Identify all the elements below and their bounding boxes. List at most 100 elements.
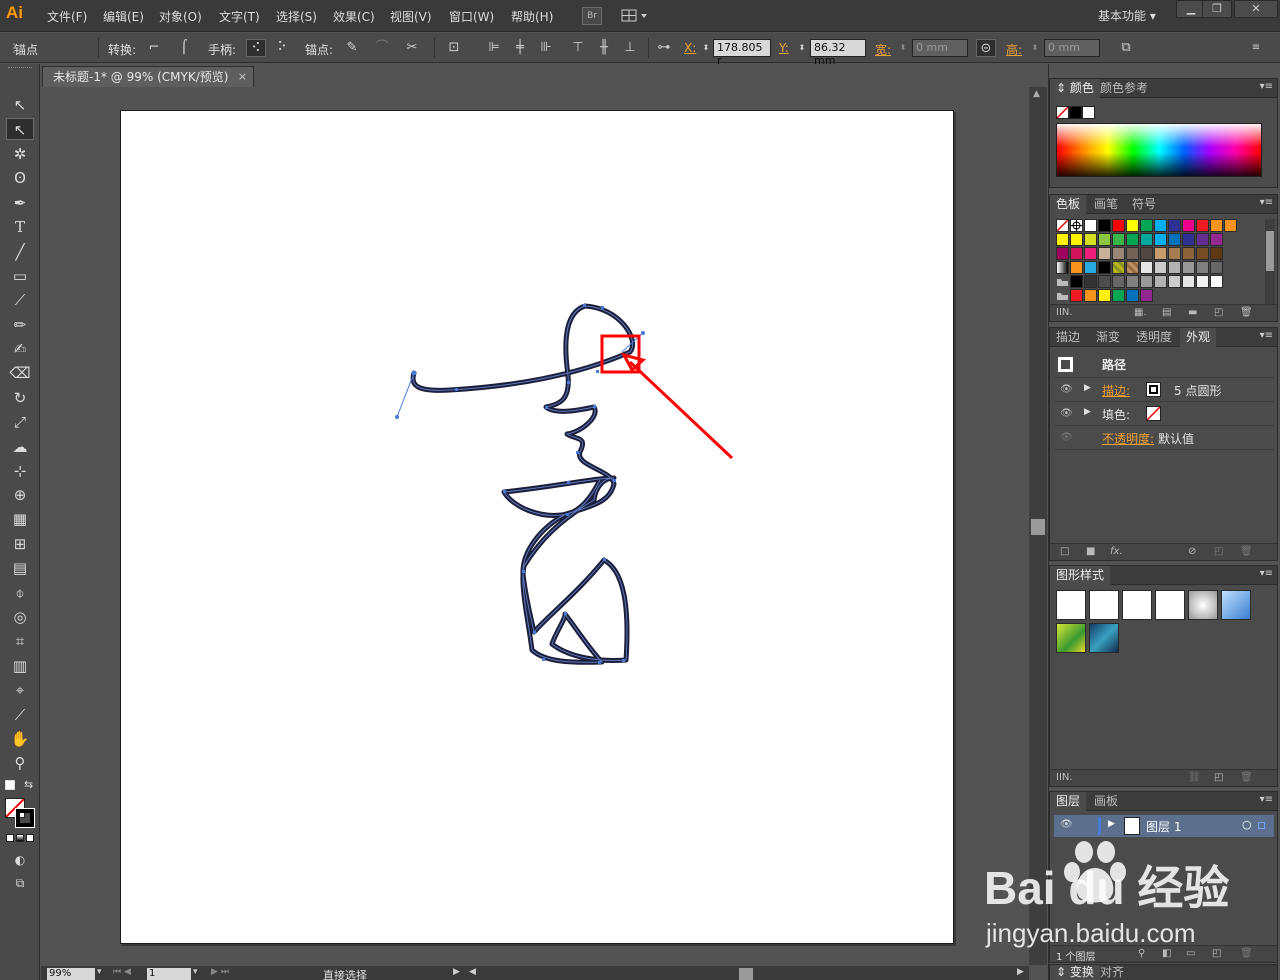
appearance-fill-row[interactable]: 👁 ▶ 填色: <box>1054 402 1274 426</box>
eyedropper-tool-icon[interactable]: ⌽ <box>6 582 34 604</box>
color-swatch[interactable] <box>1098 247 1111 260</box>
delete-swatch-icon[interactable]: 🗑 <box>1240 307 1253 318</box>
color-swatch[interactable] <box>1112 219 1125 232</box>
align-hcenter-icon[interactable]: ╪ <box>510 39 530 57</box>
none-mode-icon[interactable] <box>26 834 34 842</box>
show-kinds-icon[interactable]: ▦. <box>1134 307 1147 318</box>
graphic-style-blue-gradient[interactable] <box>1221 590 1251 620</box>
color-swatch[interactable] <box>1112 233 1125 246</box>
menu-edit[interactable]: 编辑(E) <box>103 8 144 25</box>
color-swatch[interactable] <box>1056 289 1069 302</box>
rotate-tool-icon[interactable]: ↻ <box>6 387 34 409</box>
drawing-mode-icon[interactable]: ◐ <box>6 849 34 871</box>
graphic-style-none[interactable] <box>1155 590 1185 620</box>
color-swatch[interactable] <box>1126 247 1139 260</box>
zoom-dropdown-icon[interactable]: ▾ <box>97 967 102 977</box>
menu-view[interactable]: 视图(V) <box>390 8 432 25</box>
magic-wand-tool-icon[interactable]: ✲ <box>6 143 34 165</box>
color-swatch[interactable] <box>1056 275 1069 288</box>
visibility-eye-icon[interactable]: 👁 <box>1060 408 1073 419</box>
color-swatch[interactable] <box>1168 233 1181 246</box>
color-swatch[interactable] <box>1056 219 1069 232</box>
align-top-icon[interactable]: ⊤ <box>568 39 588 57</box>
menu-object[interactable]: 对象(O) <box>159 8 202 25</box>
color-swatch[interactable] <box>1126 275 1139 288</box>
arrange-documents-button[interactable] <box>620 7 650 25</box>
tab-brushes[interactable]: 画笔 <box>1088 195 1124 214</box>
y-coordinate-input[interactable]: 86.32 mm <box>810 39 866 67</box>
line-tool-icon[interactable]: ╱ <box>6 241 34 263</box>
color-swatch[interactable] <box>1084 247 1097 260</box>
eraser-tool-icon[interactable]: ⌫ <box>6 362 34 384</box>
tab-symbols[interactable]: 符号 <box>1126 195 1162 214</box>
color-swatch[interactable] <box>1168 247 1181 260</box>
opacity-label[interactable]: 不透明度: <box>1102 430 1154 447</box>
delete-style-icon[interactable]: 🗑 <box>1240 772 1253 783</box>
color-swatch[interactable] <box>1196 247 1209 260</box>
black-swatch[interactable] <box>1069 106 1082 119</box>
color-swatch[interactable] <box>1182 233 1195 246</box>
tab-transparency[interactable]: 透明度 <box>1130 328 1178 347</box>
color-swatch[interactable] <box>1140 233 1153 246</box>
panel-menu-icon[interactable]: ▾≡ <box>1260 81 1273 92</box>
swatch-scrollbar[interactable] <box>1265 219 1275 305</box>
color-swatch[interactable] <box>1070 275 1083 288</box>
delete-item-icon[interactable]: 🗑 <box>1240 546 1253 557</box>
color-swatch[interactable] <box>1154 261 1167 274</box>
close-window-button[interactable]: ✕ <box>1234 0 1278 18</box>
default-colors-icon[interactable] <box>5 780 15 790</box>
gradient-tool-icon[interactable]: ▤ <box>6 557 34 579</box>
document-tab[interactable]: 未标题-1* @ 99% (CMYK/预览) × <box>42 66 254 87</box>
locate-object-icon[interactable]: ⚲ <box>1138 948 1145 959</box>
first-artboard-icon[interactable]: ⏮ ◀ <box>113 967 131 977</box>
color-swatch[interactable] <box>1210 233 1223 246</box>
pencil-tool-icon[interactable]: ✏ <box>6 314 34 336</box>
width-stepper-icon[interactable]: ⬍ <box>896 39 910 57</box>
swap-colors-icon[interactable]: ⇆ <box>24 778 33 791</box>
menu-effect[interactable]: 效果(C) <box>333 8 375 25</box>
color-swatch[interactable] <box>1056 247 1069 260</box>
color-swatch[interactable] <box>1126 219 1139 232</box>
status-menu-icon[interactable]: ▶ <box>453 967 460 977</box>
white-swatch[interactable] <box>1082 106 1095 119</box>
tab-appearance[interactable]: 外观 <box>1180 328 1217 347</box>
panel-menu-icon[interactable]: ▾≡ <box>1260 197 1273 208</box>
color-swatch[interactable] <box>1182 275 1195 288</box>
color-swatch[interactable] <box>1084 219 1097 232</box>
restore-button[interactable]: ❐ <box>1202 0 1232 18</box>
tab-gradient[interactable]: 渐变 <box>1090 328 1126 347</box>
layer-visibility-icon[interactable]: 👁 <box>1060 819 1073 830</box>
color-swatch[interactable] <box>1154 247 1167 260</box>
expand-triangle-icon[interactable]: ▶ <box>1108 819 1115 829</box>
color-swatch[interactable] <box>1196 261 1209 274</box>
artboard-dropdown-icon[interactable]: ▾ <box>193 967 198 977</box>
vertical-scroll-thumb[interactable] <box>1031 519 1045 535</box>
convert-to-corner-icon[interactable]: ⌐ <box>144 39 164 57</box>
convert-to-smooth-icon[interactable]: ⌠ <box>174 39 194 57</box>
tab-transform[interactable]: ⇕ 变换 <box>1050 965 1100 980</box>
panel-menu-icon[interactable]: ▾≡ <box>1260 794 1273 805</box>
color-swatch[interactable] <box>1210 261 1223 274</box>
screen-mode-icon[interactable]: ⧉ <box>6 872 34 894</box>
color-swatch[interactable] <box>1070 261 1083 274</box>
workspace-switcher[interactable]: 基本功能 ▾ <box>1098 7 1156 24</box>
color-swatch[interactable] <box>1140 289 1153 302</box>
style-library-icon[interactable]: IIN. <box>1056 772 1073 783</box>
lasso-tool-icon[interactable]: ʘ <box>6 167 34 189</box>
stroke-color-swatch[interactable] <box>1146 382 1161 397</box>
stroke-swatch[interactable] <box>15 808 35 828</box>
tab-color[interactable]: ⇕ 颜色 <box>1050 79 1100 98</box>
visibility-eye-icon[interactable]: 👁 <box>1060 432 1073 443</box>
connect-path-icon[interactable]: ⌒ <box>372 39 392 57</box>
scale-tool-icon[interactable]: ⤢ <box>6 411 34 433</box>
panel-menu-icon[interactable]: ▾≡ <box>1260 330 1273 341</box>
blob-brush-tool-icon[interactable]: ✍ <box>6 338 34 360</box>
color-swatch[interactable] <box>1112 289 1125 302</box>
color-swatch[interactable] <box>1112 261 1125 274</box>
tab-stroke[interactable]: 描边 <box>1050 328 1086 347</box>
new-layer-icon[interactable]: ◰ <box>1212 948 1221 959</box>
color-swatch[interactable] <box>1224 219 1237 232</box>
color-swatch[interactable] <box>1098 275 1111 288</box>
color-swatch[interactable] <box>1140 247 1153 260</box>
layer-row[interactable]: 👁 ▶ 图层 1 ○ <box>1054 815 1274 837</box>
